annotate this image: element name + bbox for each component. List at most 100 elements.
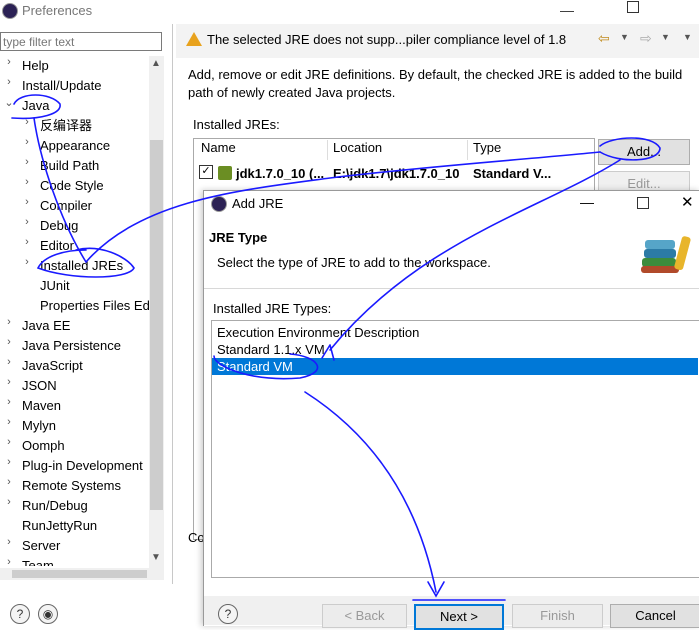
jre-type-item[interactable]: Execution Environment Description [217,325,419,340]
page-description: Add, remove or edit JRE definitions. By … [188,67,683,100]
wizard-heading: JRE Type [209,230,268,245]
help-icon[interactable]: ? [10,604,30,624]
back-button[interactable]: < Back [322,604,407,628]
tree-item[interactable]: Plug-in Development [22,456,143,476]
tree-item[interactable]: Install/Update [22,76,102,96]
tree-item[interactable]: Oomph [22,436,65,456]
chevron-right-icon[interactable]: › [22,236,32,248]
cancel-button[interactable]: Cancel [610,604,699,628]
window-title: Preferences [22,3,93,18]
tree-item[interactable]: Help [22,56,49,76]
chevron-right-icon[interactable]: › [4,476,14,488]
tree-item[interactable]: Build Path [40,156,99,176]
jre-type-cell[interactable]: Standard V... [473,166,551,181]
column-divider[interactable] [327,140,328,160]
tree-item[interactable]: JUnit [40,276,70,296]
chevron-right-icon[interactable]: › [4,76,14,88]
tree-item[interactable]: Team [22,556,54,566]
jre-checkbox[interactable]: ✓ [199,165,213,179]
jre-icon [218,166,232,180]
eclipse-icon [211,196,227,212]
next-button[interactable]: Next > [414,604,504,630]
tree-item[interactable]: 反编译器 [40,116,92,136]
tree-item[interactable]: Editor [40,236,74,256]
tree-item[interactable]: Code Style [40,176,104,196]
forward-arrow-icon[interactable]: ⇨ [640,30,652,47]
tree-hscroll-thumb[interactable] [12,570,147,578]
jre-location-cell[interactable]: E:\jdk1.7\jdk1.7.0_10 [333,166,459,181]
maximize-button[interactable] [627,1,639,13]
chevron-down-icon[interactable]: ▼ [661,32,670,42]
chevron-right-icon[interactable]: › [4,336,14,348]
tree-item[interactable]: Mylyn [22,416,56,436]
scroll-up-icon[interactable]: ▲ [151,58,161,69]
tree-item[interactable]: Run/Debug [22,496,88,516]
jre-type-item-selected[interactable]: Standard VM [217,359,293,374]
chevron-right-icon[interactable]: › [4,456,14,468]
tree-item[interactable]: RunJettyRun [22,516,97,536]
tree-item[interactable]: JavaScript [22,356,83,376]
jre-name-cell[interactable]: jdk1.7.0_10 (... [236,166,324,181]
tree-item[interactable]: Debug [40,216,78,236]
jre-types-label: Installed JRE Types: [213,301,332,316]
chevron-right-icon[interactable]: › [4,316,14,328]
chevron-right-icon[interactable]: › [4,496,14,508]
library-books-icon [641,236,691,273]
chevron-right-icon[interactable]: › [4,396,14,408]
header-separator [204,288,699,289]
chevron-right-icon[interactable]: › [22,216,32,228]
tree-item[interactable]: Server [22,536,60,556]
chevron-right-icon[interactable]: › [22,176,32,188]
tree-item[interactable]: JSON [22,376,57,396]
chevron-right-icon[interactable]: › [4,556,14,566]
preferences-tree: Help › Install/Update › Java ⌄ 反编译器 › Appearance… [0,56,149,566]
dialog-title: Add JRE [232,196,284,211]
add-button[interactable]: Add... [598,139,690,165]
chevron-down-icon[interactable]: ▼ [620,32,629,42]
chevron-right-icon[interactable]: › [22,116,32,128]
jre-type-item[interactable]: Standard 1.1.x VM [217,342,325,357]
tree-item[interactable]: Java [22,96,49,116]
import-export-icon[interactable]: ◉ [38,604,58,624]
chevron-right-icon[interactable]: › [4,356,14,368]
view-menu-icon[interactable]: ▼ [683,32,692,42]
tree-item[interactable]: Installed JREs [40,256,123,276]
tree-item[interactable]: Appearance [40,136,110,156]
tree-item[interactable]: Remote Systems [22,476,121,496]
warning-message: The selected JRE does not supp...piler c… [207,32,567,47]
filter-input[interactable]: type filter text [0,32,162,51]
installed-jres-label: Installed JREs: [193,117,280,132]
chevron-right-icon[interactable]: › [22,156,32,168]
dialog-minimize-button[interactable]: — [580,194,594,210]
warning-icon [186,32,202,46]
tree-item[interactable]: Properties Files Ed [40,296,149,316]
chevron-right-icon[interactable]: › [22,136,32,148]
tree-item[interactable]: Java EE [22,316,70,336]
dialog-close-icon[interactable]: ✕ [681,193,694,211]
chevron-right-icon[interactable]: › [4,536,14,548]
tree-scroll-thumb[interactable] [150,140,163,510]
dialog-maximize-button[interactable] [637,197,649,209]
chevron-right-icon[interactable]: › [4,56,14,68]
chevron-down-icon[interactable]: ⌄ [4,96,14,109]
scroll-down-icon[interactable]: ▼ [151,552,161,563]
dialog-help-icon[interactable]: ? [218,604,238,624]
preferences-titlebar [0,0,699,24]
chevron-right-icon[interactable]: › [4,416,14,428]
column-divider[interactable] [467,140,468,160]
chevron-right-icon[interactable]: › [4,436,14,448]
tree-item[interactable]: Java Persistence [22,336,121,356]
pane-divider[interactable] [172,24,173,584]
column-header-location[interactable]: Location [333,140,382,155]
column-header-type[interactable]: Type [473,140,501,155]
column-header-name[interactable]: Name [201,140,236,155]
chevron-right-icon[interactable]: › [4,376,14,388]
chevron-right-icon[interactable]: › [22,196,32,208]
chevron-right-icon[interactable]: › [22,256,32,268]
tree-item[interactable]: Maven [22,396,61,416]
tree-item[interactable]: Compiler [40,196,92,216]
minimize-button[interactable]: — [560,2,574,18]
back-arrow-icon[interactable]: ⇦ [598,30,610,47]
eclipse-icon [2,3,18,19]
finish-button[interactable]: Finish [512,604,603,628]
